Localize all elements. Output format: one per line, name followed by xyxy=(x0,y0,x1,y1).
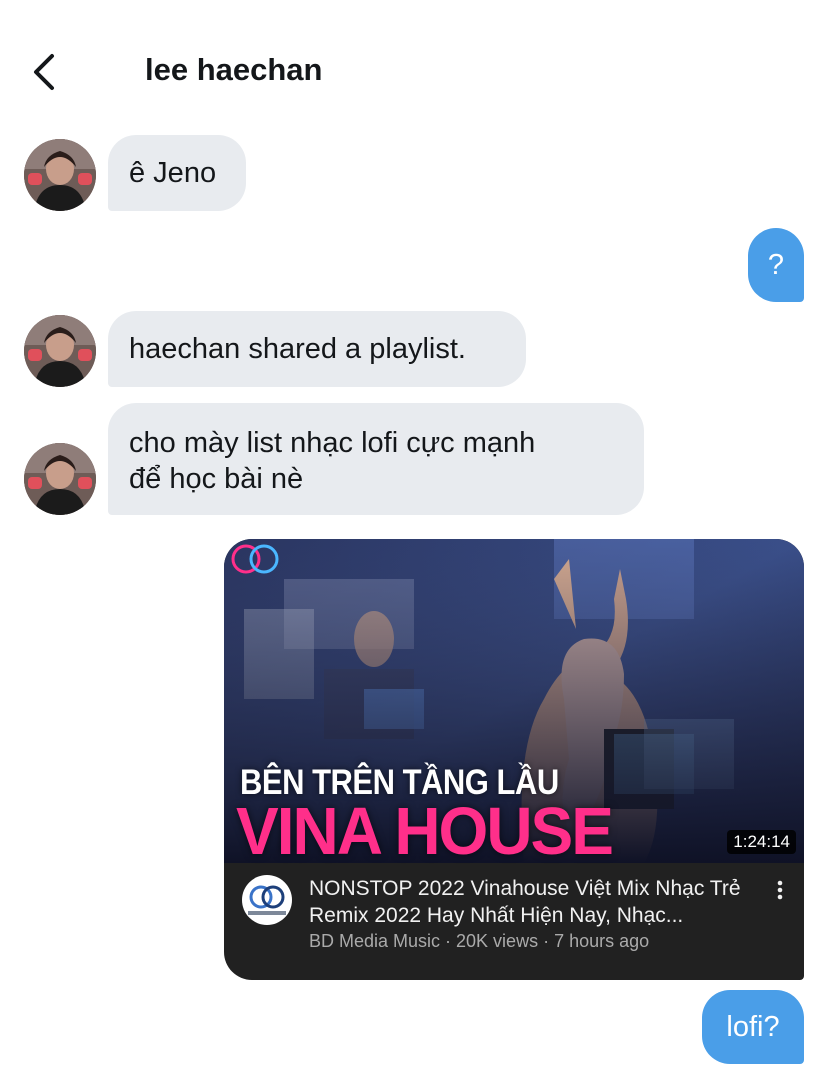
thumbnail-headline: VINA HOUSE xyxy=(236,793,614,869)
bd-media-logo-icon xyxy=(248,885,286,915)
message-bubble-outgoing[interactable]: ? xyxy=(748,228,804,302)
avatar[interactable] xyxy=(24,139,96,211)
avatar-image xyxy=(24,443,96,515)
video-duration: 1:24:14 xyxy=(727,830,796,854)
conversation-header: lee haechan xyxy=(0,0,826,125)
more-options-button[interactable] xyxy=(770,879,790,903)
message-text: haechan shared a playlist. xyxy=(129,333,466,365)
avatar-image xyxy=(24,139,96,211)
message-text: lofi? xyxy=(726,1011,780,1043)
channel-logo[interactable] xyxy=(242,875,292,925)
message-bubble-incoming[interactable]: ê Jeno xyxy=(108,135,246,211)
contact-name: lee haechan xyxy=(145,52,323,87)
message-bubble-incoming[interactable]: cho mày list nhạc lofi cực mạnh để học b… xyxy=(108,403,644,515)
message-text: ? xyxy=(767,249,785,281)
more-vertical-icon xyxy=(777,880,783,900)
chevron-left-icon xyxy=(34,54,54,90)
video-title[interactable]: NONSTOP 2022 Vinahouse Việt Mix Nhạc Trẻ… xyxy=(309,875,759,929)
avatar[interactable] xyxy=(24,443,96,515)
avatar[interactable] xyxy=(24,315,96,387)
message-bubble-incoming[interactable]: haechan shared a playlist. xyxy=(108,311,526,387)
message-text: ê Jeno xyxy=(129,157,217,189)
shared-video-card[interactable]: BÊN TRÊN TẦNG LẦU VINA HOUSE 1:24:14 NON… xyxy=(224,539,804,980)
video-meta: BD Media Music · 20K views · 7 hours ago xyxy=(309,931,650,951)
avatar-image xyxy=(24,315,96,387)
back-button[interactable] xyxy=(26,50,66,94)
message-text: cho mày list nhạc lofi cực mạnh để học b… xyxy=(129,427,536,495)
message-bubble-outgoing[interactable]: lofi? xyxy=(702,990,804,1064)
